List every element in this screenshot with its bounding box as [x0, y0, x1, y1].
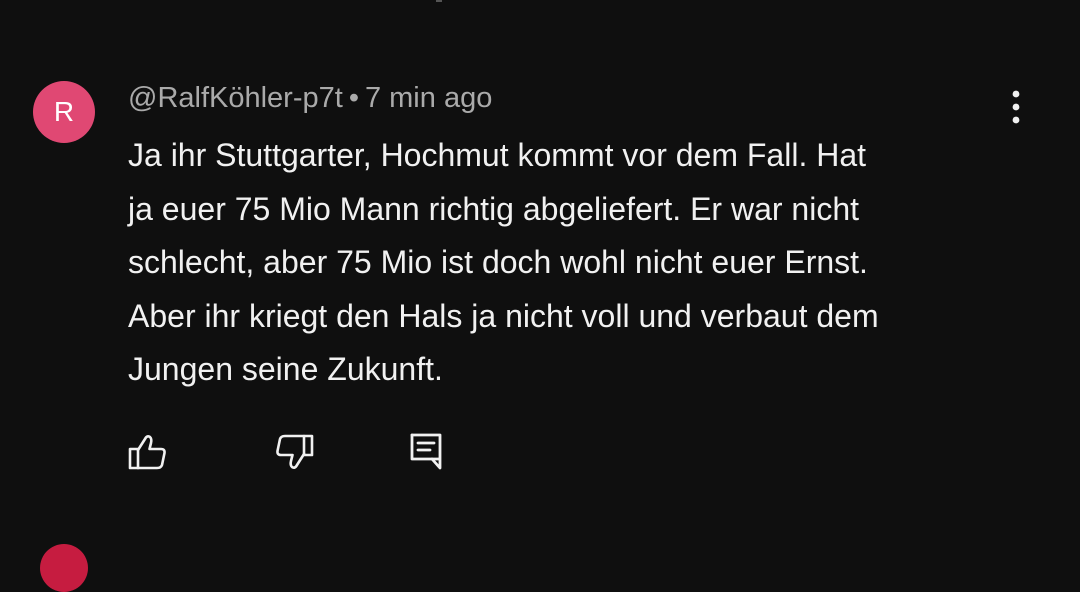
comment-line: ja euer 75 Mio Mann richtig abgeliefert.… [128, 190, 860, 227]
comment-line: Aber ihr kriegt den Hals ja nicht voll u… [128, 297, 879, 334]
comment-meta: @RalfKöhler-p7t • 7 min ago [128, 82, 492, 115]
comment-menu-button[interactable] [996, 86, 1036, 130]
meta-separator: • [348, 82, 359, 114]
author-name[interactable]: @RalfKöhler-p7t [128, 82, 343, 114]
thumbs-up-icon [128, 435, 166, 470]
thumbs-down-icon [276, 434, 314, 469]
like-button[interactable] [126, 430, 170, 474]
comment-line: Ja ihr Stuttgarter, Hochmut kommt vor de… [128, 137, 867, 173]
avatar-letter: R [53, 96, 75, 127]
scroll-indicator [436, 0, 442, 2]
comment-line: Jungen seine Zukunft. [128, 351, 443, 387]
comment-card: R @RalfKöhler-p7t • 7 min ago Ja ihr Stutt… [0, 0, 1080, 592]
next-comment-avatar[interactable] [40, 544, 88, 592]
reply-icon [410, 433, 442, 470]
comment-line: schlecht, aber 75 Mio ist doch wohl nich… [128, 244, 868, 280]
comment-time: 7 min ago [364, 82, 493, 114]
dislike-button[interactable] [272, 430, 316, 474]
reply-button[interactable] [404, 430, 448, 474]
more-vertical-icon [1012, 90, 1020, 124]
avatar[interactable]: R [33, 81, 95, 143]
comment-text: Ja ihr Stuttgarter, Hochmut kommt vor de… [128, 129, 1028, 397]
